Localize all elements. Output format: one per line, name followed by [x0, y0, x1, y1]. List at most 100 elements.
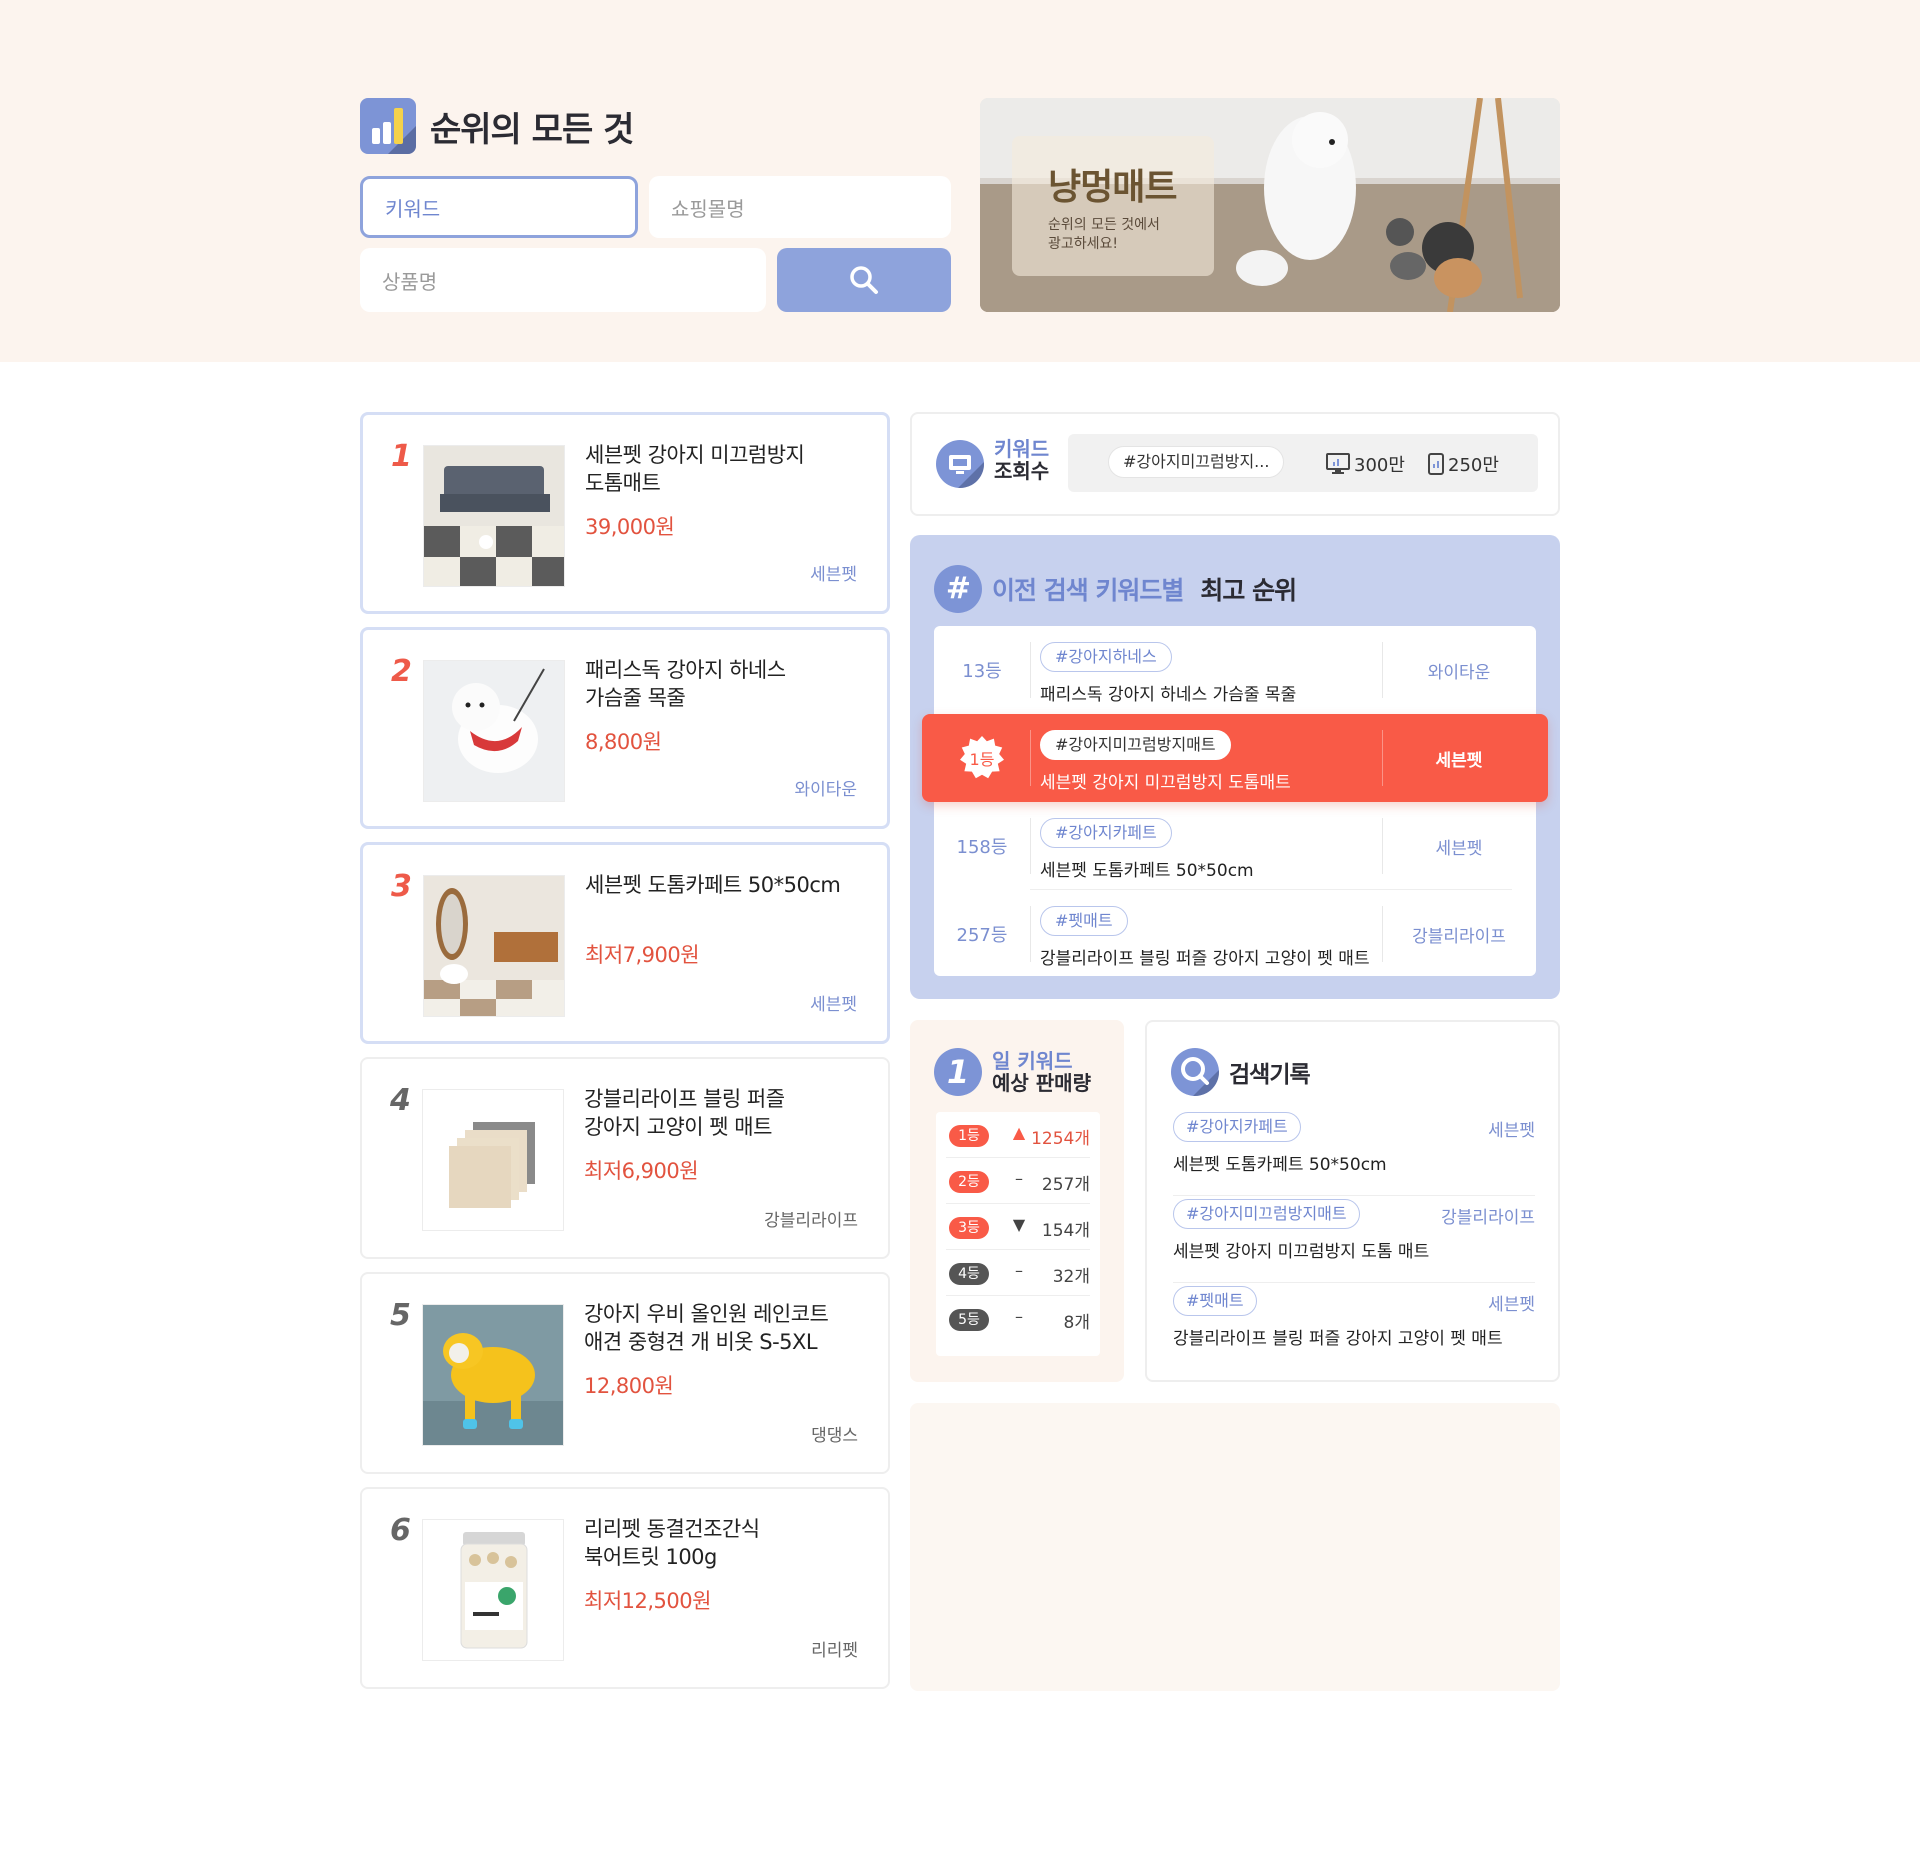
- product-card[interactable]: 3 세븐펫 도톰카페트 50*50cm 최저7,900원 세븐펫: [360, 842, 890, 1044]
- best-rank-row[interactable]: 257등 #펫매트 강블리라이프 블링 퍼즐 강아지 고양이 펫 매트 강블리라…: [934, 890, 1536, 978]
- product-name-input[interactable]: 상품명: [360, 248, 766, 312]
- daily-keyword-title: 일 키워드 예상 판매량: [992, 1050, 1091, 1094]
- ad-subtitle-line1: 순위의 모든 것에서: [1048, 217, 1160, 233]
- product-thumbnail[interactable]: [423, 445, 565, 587]
- keyword-views-label: 키워드 조회수: [994, 438, 1049, 482]
- history-item[interactable]: #강아지미끄럼방지매트 강블리라이프 세븐펫 강아지 미끄럼방지 도톰 매트: [1173, 1199, 1535, 1283]
- product-name-line1: 세븐펫 강아지 미끄럼방지: [585, 443, 805, 467]
- product-card[interactable]: 2 패리스독 강아지 하네스 가슴줄 목줄 8,800원 와이타운: [360, 627, 890, 829]
- product-name[interactable]: 패리스독 강아지 하네스 가슴줄 목줄: [585, 656, 875, 712]
- product-shop[interactable]: 강블리라이프: [764, 1206, 858, 1231]
- keyword-views-label-line1: 키워드: [994, 437, 1050, 461]
- product-price: 최저7,900원: [585, 943, 700, 967]
- best-rank-row[interactable]: 158등 #강아지카페트 세븐펫 도톰카페트 50*50cm 세븐펫: [934, 802, 1536, 890]
- product-shop[interactable]: 리리펫: [811, 1636, 858, 1661]
- product-name-line2: 도톰매트: [585, 471, 661, 495]
- product-shop[interactable]: 댕댕스: [811, 1421, 858, 1446]
- product-price: 8,800원: [585, 730, 662, 754]
- page-title: 순위의 모든 것: [430, 109, 634, 150]
- daily-title-line1: 일 키워드: [992, 1049, 1073, 1073]
- mall-name-input[interactable]: 쇼핑몰명: [649, 176, 951, 238]
- product-name[interactable]: 리리펫 동결건조간식 북어트릿 100g: [584, 1515, 874, 1571]
- best-rank-value: 1등: [934, 714, 1030, 802]
- keyword-views-box: #강아지미끄럼방지... 300만 250만: [1068, 434, 1538, 492]
- product-rank: 3: [391, 869, 412, 904]
- product-name-line2: 북어트릿 100g: [584, 1545, 717, 1569]
- keyword-tag[interactable]: #강아지미끄럼방지매트: [1040, 730, 1231, 760]
- ad-card: 냥멍매트 순위의 모든 것에서 광고하세요!: [1012, 136, 1214, 276]
- daily-rank-badge: 1등: [949, 1125, 989, 1147]
- product-shop[interactable]: 세븐펫: [810, 990, 857, 1015]
- history-item[interactable]: #펫매트 세븐펫 강블리라이프 블링 퍼즐 강아지 고양이 펫 매트: [1173, 1286, 1535, 1370]
- product-rank: 4: [390, 1083, 411, 1118]
- product-shop[interactable]: 와이타운: [794, 775, 857, 800]
- monitor-icon: [1326, 453, 1350, 474]
- product-thumbnail[interactable]: [422, 1304, 564, 1446]
- daily-row: 1등 ▲ 1254개: [946, 1112, 1090, 1158]
- product-thumbnail[interactable]: [423, 875, 565, 1017]
- product-shop[interactable]: 세븐펫: [810, 560, 857, 585]
- history-item[interactable]: #강아지카페트 세븐펫 세븐펫 도톰카페트 50*50cm: [1173, 1112, 1535, 1196]
- trend-flat-icon: –: [1015, 1307, 1023, 1326]
- keyword-tag[interactable]: #강아지하네스: [1040, 642, 1172, 672]
- history-shop: 세븐펫: [1488, 1295, 1535, 1315]
- product-name-line2: 강아지 고양이 펫 매트: [584, 1115, 772, 1139]
- brand: 순위의 모든 것: [360, 98, 634, 154]
- trend-flat-icon: –: [1015, 1169, 1023, 1188]
- divider: [1030, 642, 1031, 698]
- bar-chart-icon: [360, 98, 416, 154]
- keyword-tag[interactable]: #펫매트: [1173, 1286, 1257, 1316]
- keyword-tag[interactable]: #강아지카페트: [1173, 1112, 1301, 1142]
- product-rank: 2: [391, 654, 412, 689]
- product-name[interactable]: 강블리라이프 블링 퍼즐 강아지 고양이 펫 매트: [584, 1085, 874, 1141]
- ad-title: 냥멍매트: [1048, 167, 1177, 208]
- mobile-icon: [1428, 453, 1444, 475]
- product-card[interactable]: 5 강아지 우비 올인원 레인코트 애견 중형견 개 비옷 S-5XL 12,8…: [360, 1272, 890, 1474]
- best-rank-shop: 와이타운: [1427, 662, 1491, 683]
- divider: [1030, 818, 1031, 874]
- keyword-tag[interactable]: #강아지카페트: [1040, 818, 1172, 848]
- best-rank-value: 13등: [962, 661, 1002, 682]
- best-rank-product: 세븐펫 도톰카페트 50*50cm: [1040, 861, 1254, 881]
- search-history-panel: 검색기록 #강아지카페트 세븐펫 세븐펫 도톰카페트 50*50cm #강아지미…: [1145, 1020, 1560, 1382]
- product-price: 최저6,900원: [584, 1159, 699, 1183]
- best-rank-row[interactable]: 13등 #강아지하네스 패리스독 강아지 하네스 가슴줄 목줄 와이타운: [934, 626, 1536, 714]
- product-rank: 5: [390, 1298, 411, 1333]
- search-button[interactable]: [777, 248, 951, 312]
- keyword-views-panel: 키워드 조회수 #강아지미끄럼방지... 300만 250만: [910, 412, 1560, 516]
- best-rank-value: 158등: [956, 837, 1008, 858]
- product-card[interactable]: 4 강블리라이프 블링 퍼즐 강아지 고양이 펫 매트 최저6,900원 강블리…: [360, 1057, 890, 1259]
- product-thumbnail[interactable]: [423, 660, 565, 802]
- history-product: 세븐펫 도톰카페트 50*50cm: [1173, 1155, 1387, 1175]
- product-thumbnail[interactable]: [422, 1519, 564, 1661]
- product-name[interactable]: 세븐펫 강아지 미끄럼방지 도톰매트: [585, 441, 875, 497]
- daily-count: 32개: [1052, 1267, 1090, 1287]
- product-rank: 6: [390, 1513, 411, 1548]
- best-rank-product: 패리스독 강아지 하네스 가슴줄 목줄: [1040, 685, 1297, 705]
- product-name[interactable]: 강아지 우비 올인원 레인코트 애견 중형견 개 비옷 S-5XL: [584, 1300, 874, 1356]
- best-rank-product: 강블리라이프 블링 퍼즐 강아지 고양이 펫 매트: [1040, 949, 1370, 969]
- best-rank-row-highlight[interactable]: 1등 #강아지미끄럼방지매트 세븐펫 강아지 미끄럼방지 도톰매트 세븐펫: [922, 714, 1548, 802]
- hash-icon: #: [934, 565, 982, 613]
- product-name[interactable]: 세븐펫 도톰카페트 50*50cm: [585, 871, 875, 899]
- product-price: 최저12,500원: [584, 1589, 711, 1613]
- daily-rank-badge: 4등: [949, 1263, 989, 1285]
- product-card[interactable]: 1 세븐펫 강아지 미끄럼방지 도톰매트 39,000원 세븐펫: [360, 412, 890, 614]
- product-card[interactable]: 6 리리펫 동결건조간식 북어트릿 100g 최저12,500원 리리펫: [360, 1487, 890, 1689]
- best-rank-title: # 이전 검색 키워드별 최고 순위: [934, 565, 1297, 613]
- keyword-tag[interactable]: #펫매트: [1040, 906, 1128, 936]
- daily-count: 154개: [1041, 1221, 1090, 1241]
- keyword-tag[interactable]: #강아지미끄럼방지매트: [1173, 1199, 1360, 1229]
- daily-count: 257개: [1041, 1175, 1090, 1195]
- trend-flat-icon: –: [1015, 1261, 1023, 1280]
- keyword-input[interactable]: 키워드: [360, 176, 638, 238]
- search-history-title: 검색기록: [1229, 1062, 1311, 1088]
- ad-banner[interactable]: 냥멍매트 순위의 모든 것에서 광고하세요!: [980, 98, 1560, 312]
- product-thumbnail[interactable]: [422, 1089, 564, 1231]
- rank-badge: 1등: [960, 736, 1004, 779]
- divider: [1030, 730, 1031, 786]
- ad-subtitle-line2: 광고하세요!: [1048, 236, 1119, 252]
- mobile-views-value: 250만: [1448, 455, 1499, 476]
- best-rank-title-dark: 최고 순위: [1200, 576, 1297, 605]
- keyword-tag[interactable]: #강아지미끄럼방지...: [1108, 446, 1285, 478]
